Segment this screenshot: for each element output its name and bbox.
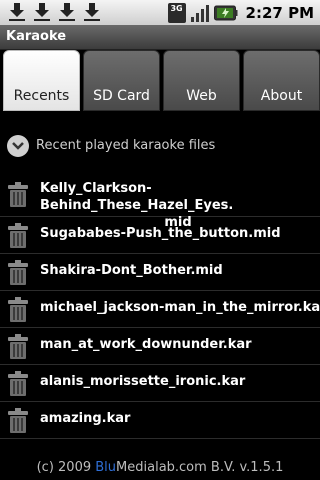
trash-icon[interactable] xyxy=(6,408,30,434)
tab-sd-card[interactable]: SD Card xyxy=(83,50,160,111)
network-3g-icon: 3G xyxy=(167,2,186,23)
tab-web[interactable]: Web xyxy=(163,50,240,111)
recent-section-header[interactable]: Recent played karaoke files xyxy=(0,128,320,164)
battery-charging-icon xyxy=(213,5,238,20)
download-notification-icon[interactable] xyxy=(58,2,76,22)
file-name: Shakira-Dont_Bother.mid xyxy=(40,263,223,278)
list-item[interactable]: michael_jackson-man_in_the_mirror.kar xyxy=(0,291,320,328)
file-name: Sugababes-Push_the_button.mid xyxy=(40,226,281,241)
file-name: alanis_morissette_ironic.kar xyxy=(40,374,246,389)
file-name: michael_jackson-man_in_the_mirror.kar xyxy=(40,300,320,315)
list-item[interactable]: Shakira-Dont_Bother.mid xyxy=(0,254,320,291)
list-item[interactable]: amazing.kar xyxy=(0,402,320,439)
trash-icon[interactable] xyxy=(6,297,30,323)
app-title: Karaoke xyxy=(6,29,67,44)
tab-recents[interactable]: Recents xyxy=(3,50,80,111)
download-notification-icon[interactable] xyxy=(33,2,51,22)
list-item[interactable]: Sugababes-Push_the_button.mid xyxy=(0,217,320,254)
app-title-bar: Karaoke xyxy=(0,25,320,50)
list-item[interactable]: Kelly_Clarkson-Behind_These_Hazel_Eyes. m… xyxy=(0,176,320,230)
trash-icon[interactable] xyxy=(6,223,30,249)
list-item[interactable]: man_at_work_downunder.kar xyxy=(0,328,320,365)
recent-files-list: Kelly_Clarkson-Behind_These_Hazel_Eyes. m… xyxy=(0,176,320,439)
clock: 2:27 PM xyxy=(245,3,314,22)
trash-icon[interactable] xyxy=(6,334,30,360)
download-notification-icon[interactable] xyxy=(8,2,26,22)
chevron-down-icon[interactable] xyxy=(7,135,29,157)
trash-icon[interactable] xyxy=(6,182,30,208)
trash-icon[interactable] xyxy=(6,371,30,397)
tab-bar: Recents SD Card Web About xyxy=(0,50,320,111)
list-item[interactable]: alanis_morissette_ironic.kar xyxy=(0,365,320,402)
download-notification-icon[interactable] xyxy=(83,2,101,22)
section-label: Recent played karaoke files xyxy=(36,138,216,153)
file-name: amazing.kar xyxy=(40,411,131,426)
status-bar: 3G 2:27 PM xyxy=(0,0,320,25)
signal-strength-icon xyxy=(190,4,209,22)
tab-about[interactable]: About xyxy=(243,50,320,111)
trash-icon[interactable] xyxy=(6,260,30,286)
file-name: man_at_work_downunder.kar xyxy=(40,337,252,352)
footer-copyright: (c) 2009 BluMedialab.com B.V. v.1.5.1 xyxy=(36,460,284,475)
